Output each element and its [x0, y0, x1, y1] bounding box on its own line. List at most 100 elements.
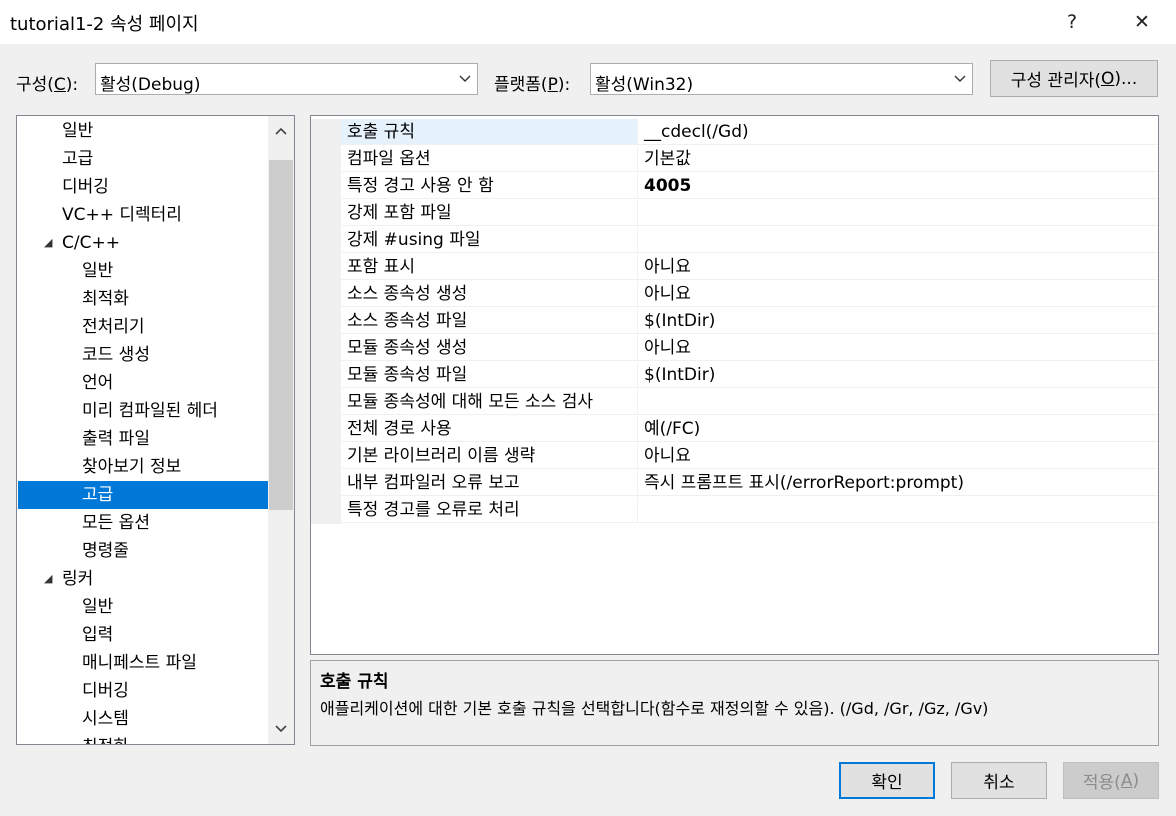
row-gutter	[311, 227, 341, 254]
scroll-thumb[interactable]	[269, 160, 293, 510]
property-row[interactable]: 특정 경고 사용 안 함 4005	[311, 173, 1158, 200]
property-value[interactable]: 아니요	[638, 281, 1158, 307]
tree-item[interactable]: 모든 옵션	[18, 509, 268, 537]
property-name[interactable]: 소스 종속성 파일	[341, 308, 638, 334]
config-dropdown[interactable]: 활성(Debug)	[95, 63, 478, 95]
chevron-down-icon	[459, 75, 471, 82]
tree-item[interactable]: 전처리기	[18, 313, 268, 341]
tree-item-label: 일반	[82, 597, 114, 617]
platform-label: 플랫폼(P):	[494, 75, 571, 95]
triangle-expanded-icon[interactable]: ◢	[44, 229, 52, 257]
tree-item[interactable]: 매니페스트 파일	[18, 649, 268, 677]
row-gutter	[311, 335, 341, 362]
apply-button[interactable]: 적용(A)	[1063, 762, 1159, 799]
platform-dropdown[interactable]: 활성(Win32)	[590, 63, 973, 95]
description-title: 호출 규칙	[320, 672, 389, 692]
tree-item[interactable]: 미리 컴파일된 헤더	[18, 397, 268, 425]
property-value[interactable]: 4005	[638, 173, 1158, 199]
tree-item[interactable]: 디버깅	[18, 173, 268, 201]
property-name[interactable]: 강제 포함 파일	[341, 200, 638, 226]
scroll-down-button[interactable]	[268, 714, 294, 744]
tree-item[interactable]: 시스템	[18, 705, 268, 733]
property-value[interactable]: $(IntDir)	[638, 308, 1158, 334]
title-bar: tutorial1-2 속성 페이지 ? ✕	[0, 0, 1176, 44]
property-name[interactable]: 모듈 종속성 파일	[341, 362, 638, 388]
property-row[interactable]: 기본 라이브러리 이름 생략 아니요	[311, 443, 1158, 470]
ok-button[interactable]: 확인	[839, 762, 935, 799]
property-row[interactable]: 모듈 종속성 생성 아니요	[311, 335, 1158, 362]
category-tree[interactable]: 일반 고급 디버깅 VC++ 디렉터리 ◢ C/C++ 일반 최적화 전처리기 코드 생성 언어 미리…	[16, 115, 295, 745]
property-value[interactable]: 아니요	[638, 443, 1158, 469]
property-row[interactable]: 모듈 종속성 파일 $(IntDir)	[311, 362, 1158, 389]
property-name[interactable]: 강제 #using 파일	[341, 227, 638, 253]
tree-item[interactable]: ◢ 링커	[18, 565, 268, 593]
tree-scrollbar[interactable]	[268, 116, 294, 744]
property-grid[interactable]: 호출 규칙 __cdecl(/Gd) 컴파일 옵션 기본값 특정 경고 사용 안 함 40…	[310, 115, 1159, 655]
tree-item-label: 매니페스트 파일	[82, 653, 197, 673]
property-name[interactable]: 전체 경로 사용	[341, 416, 638, 442]
tree-item[interactable]: 일반	[18, 117, 268, 145]
row-gutter	[311, 470, 341, 497]
property-name[interactable]: 소스 종속성 생성	[341, 281, 638, 307]
property-name[interactable]: 호출 규칙	[341, 119, 638, 145]
cancel-button[interactable]: 취소	[951, 762, 1047, 799]
window-title: tutorial1-2 속성 페이지	[10, 14, 199, 35]
property-row[interactable]: 강제 포함 파일	[311, 200, 1158, 227]
property-name[interactable]: 포함 표시	[341, 254, 638, 280]
row-gutter	[311, 281, 341, 308]
property-row[interactable]: 소스 종속성 생성 아니요	[311, 281, 1158, 308]
row-gutter	[311, 254, 341, 281]
property-value[interactable]: 아니요	[638, 254, 1158, 280]
property-name[interactable]: 특정 경고를 오류로 처리	[341, 497, 638, 523]
property-value[interactable]	[638, 227, 1158, 253]
property-row[interactable]: 컴파일 옵션 기본값	[311, 146, 1158, 173]
tree-item[interactable]: 출력 파일	[18, 425, 268, 453]
property-value[interactable]: 즉시 프롬프트 표시(/errorReport:prompt)	[638, 470, 1158, 496]
property-name[interactable]: 모듈 종속성 생성	[341, 335, 638, 361]
property-row[interactable]: 모듈 종속성에 대해 모든 소스 검사	[311, 389, 1158, 416]
property-value[interactable]: $(IntDir)	[638, 362, 1158, 388]
tree-item[interactable]: ◢ C/C++	[18, 229, 268, 257]
chevron-down-icon	[275, 725, 287, 733]
tree-item[interactable]: 디버깅	[18, 677, 268, 705]
property-value[interactable]: 예(/FC)	[638, 416, 1158, 442]
property-value[interactable]	[638, 497, 1158, 523]
property-row[interactable]: 호출 규칙 __cdecl(/Gd)	[311, 119, 1158, 146]
tree-item[interactable]: 고급	[18, 481, 268, 509]
property-value[interactable]	[638, 200, 1158, 226]
tree-item[interactable]: 코드 생성	[18, 341, 268, 369]
property-row[interactable]: 포함 표시 아니요	[311, 254, 1158, 281]
tree-item[interactable]: VC++ 디렉터리	[18, 201, 268, 229]
property-value[interactable]: 기본값	[638, 146, 1158, 172]
property-value[interactable]	[638, 389, 1158, 415]
property-name[interactable]: 컴파일 옵션	[341, 146, 638, 172]
property-row[interactable]: 소스 종속성 파일 $(IntDir)	[311, 308, 1158, 335]
tree-item[interactable]: 언어	[18, 369, 268, 397]
property-row[interactable]: 전체 경로 사용 예(/FC)	[311, 416, 1158, 443]
property-value[interactable]: __cdecl(/Gd)	[638, 119, 1158, 145]
property-name[interactable]: 내부 컴파일러 오류 보고	[341, 470, 638, 496]
help-button[interactable]: ?	[1044, 0, 1100, 44]
row-gutter	[311, 497, 341, 524]
tree-item[interactable]: 명령줄	[18, 537, 268, 565]
triangle-expanded-icon[interactable]: ◢	[44, 565, 52, 593]
property-row[interactable]: 강제 #using 파일	[311, 227, 1158, 254]
tree-item[interactable]: 최적화	[18, 733, 268, 744]
property-name[interactable]: 모듈 종속성에 대해 모든 소스 검사	[341, 389, 638, 415]
property-row[interactable]: 내부 컴파일러 오류 보고 즉시 프롬프트 표시(/errorReport:pro…	[311, 470, 1158, 497]
property-value[interactable]: 아니요	[638, 335, 1158, 361]
scroll-up-button[interactable]	[268, 116, 294, 146]
tree-item[interactable]: 최적화	[18, 285, 268, 313]
tree-item[interactable]: 찾아보기 정보	[18, 453, 268, 481]
tree-item[interactable]: 고급	[18, 145, 268, 173]
close-button[interactable]: ✕	[1114, 0, 1170, 44]
tree-item[interactable]: 일반	[18, 593, 268, 621]
tree-item[interactable]: 입력	[18, 621, 268, 649]
property-name[interactable]: 특정 경고 사용 안 함	[341, 173, 638, 199]
property-name[interactable]: 기본 라이브러리 이름 생략	[341, 443, 638, 469]
tree-item[interactable]: 일반	[18, 257, 268, 285]
property-row[interactable]: 특정 경고를 오류로 처리	[311, 497, 1158, 524]
chevron-up-icon	[275, 127, 287, 135]
tree-item-label: 모든 옵션	[82, 513, 150, 533]
config-manager-button[interactable]: 구성 관리자(O)...	[990, 60, 1158, 97]
